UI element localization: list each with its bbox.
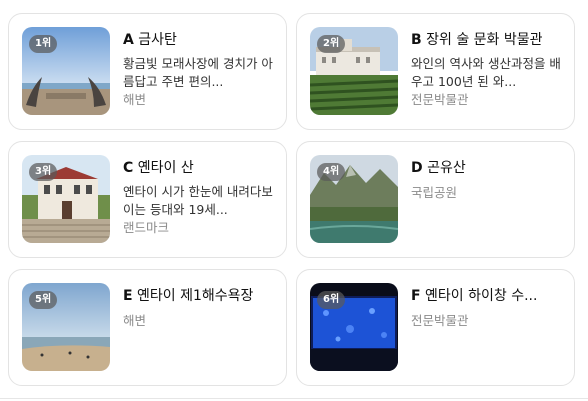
place-name: 옌타이 산: [137, 160, 194, 176]
place-title[interactable]: E 옌타이 제1해수욕장: [123, 286, 275, 306]
place-name: 금사탄: [138, 32, 177, 48]
place-thumbnail: 5위: [22, 283, 110, 371]
place-description: 옌타이 시가 한눈에 내려다보이는 등대와 19세...: [123, 184, 273, 217]
rank-badge: 3위: [29, 163, 58, 181]
place-category: 해변: [123, 313, 147, 328]
rank-badge: 1위: [29, 35, 58, 53]
place-letter: C: [123, 160, 134, 176]
place-name: 장위 술 문화 박물관: [426, 32, 543, 48]
rank-badge: 5위: [29, 291, 58, 309]
place-letter: F: [411, 288, 421, 304]
place-title[interactable]: F 옌타이 하이창 수...: [411, 286, 563, 306]
place-description: 황금빛 모래사장에 경치가 아름답고 주변 편의...: [123, 56, 273, 89]
place-category: 랜드마크: [123, 220, 170, 235]
place-thumbnail: 3위: [22, 155, 110, 243]
place-card-yantai-hill[interactable]: 3위 C 옌타이 산 옌타이 시가 한눈에 내려다보이는 등대와 19세... …: [8, 141, 287, 258]
rank-badge: 2위: [317, 35, 346, 53]
place-letter: E: [123, 288, 133, 304]
place-title[interactable]: C 옌타이 산: [123, 158, 275, 178]
place-card-wine-museum[interactable]: 2위 B 장위 술 문화 박물관 와인의 역사와 생산과정을 배우고 100년 …: [296, 13, 575, 130]
rank-badge: 4위: [317, 163, 346, 181]
place-card-first-bathing-beach[interactable]: 5위 E 옌타이 제1해수욕장 해변: [8, 269, 287, 386]
place-name: 곤유산: [427, 160, 466, 176]
place-title[interactable]: D 곤유산: [411, 158, 563, 178]
place-card-kunyu-mountain[interactable]: 4위 D 곤유산 국립공원: [296, 141, 575, 258]
rank-badge: 6위: [317, 291, 346, 309]
place-letter: A: [123, 32, 134, 48]
place-card-geumsatan[interactable]: 1위 A 금사탄 황금빛 모래사장에 경치가 아름답고 주변 편의... 해변: [8, 13, 287, 130]
place-letter: B: [411, 32, 422, 48]
place-card-haichang-aquarium[interactable]: 6위 F 옌타이 하이창 수... 전문박물관: [296, 269, 575, 386]
attractions-grid: 1위 A 금사탄 황금빛 모래사장에 경치가 아름답고 주변 편의... 해변 …: [0, 0, 588, 401]
place-thumbnail: 6위: [310, 283, 398, 371]
place-name: 옌타이 하이창 수...: [425, 288, 538, 304]
place-category: 해변: [123, 92, 147, 107]
place-category: 국립공원: [411, 185, 458, 200]
place-title[interactable]: A 금사탄: [123, 30, 275, 50]
place-name: 옌타이 제1해수욕장: [137, 288, 254, 304]
place-thumbnail: 4위: [310, 155, 398, 243]
place-category: 전문박물관: [411, 92, 469, 107]
place-description: 와인의 역사와 생산과정을 배우고 100년 된 와...: [411, 56, 561, 89]
section-divider: [0, 398, 588, 399]
place-letter: D: [411, 160, 423, 176]
place-thumbnail: 2위: [310, 27, 398, 115]
place-title[interactable]: B 장위 술 문화 박물관: [411, 30, 563, 50]
place-thumbnail: 1위: [22, 27, 110, 115]
place-category: 전문박물관: [411, 313, 469, 328]
